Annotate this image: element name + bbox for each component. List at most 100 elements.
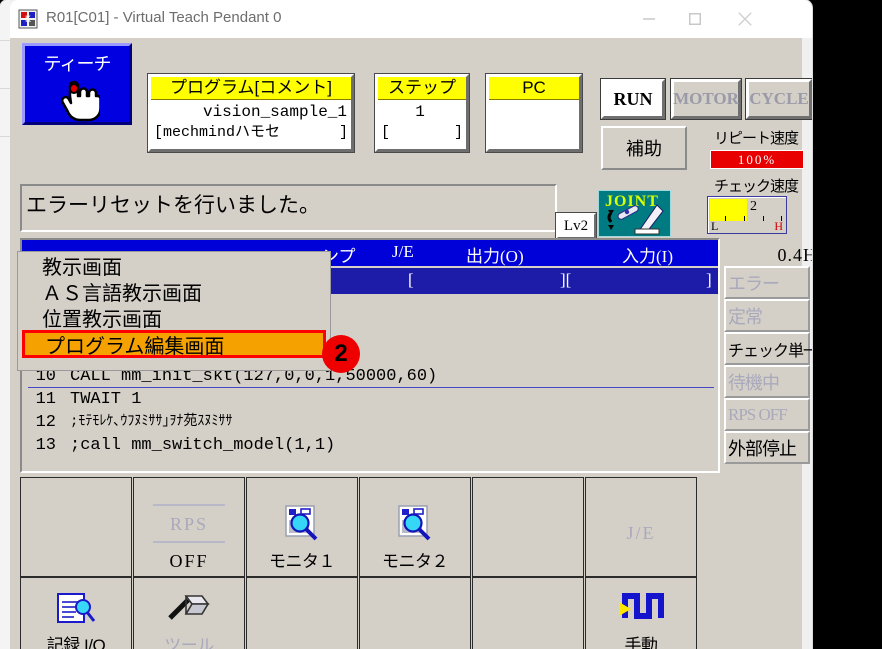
code-line[interactable]: 12 ;ﾓﾃﾓﾚｹ､ｳﾌﾇﾐｻｻ｣ｦﾅ苑ｽﾇﾐｻｻ	[28, 411, 714, 434]
fkey-3-top-label: モニタ１	[269, 552, 336, 571]
window-title: R01[C01] - Virtual Teach Pendant 0	[46, 9, 282, 26]
hand-pointer-icon	[54, 80, 102, 129]
svg-text:K: K	[25, 14, 31, 24]
check-speed-high-label: H	[774, 219, 783, 233]
status-button-steady[interactable]: 定常	[724, 299, 810, 332]
status-button-column: エラー 定常 チェック単一 待機中 RPS OFF 外部停止	[724, 266, 812, 464]
minimize-button[interactable]	[626, 0, 672, 38]
app-icon: K	[18, 9, 38, 29]
motor-lamp[interactable]: MOTOR	[671, 79, 741, 119]
check-speed-low-label: L	[711, 219, 719, 233]
aux-button[interactable]: 補助	[601, 126, 687, 170]
fkey-1-bottom-label: 記録 I/Oモニタ	[46, 636, 106, 649]
step-field[interactable]: ステップ 1 [ ]	[375, 74, 469, 152]
step-field-comment: [ ]	[378, 123, 466, 145]
tool-icon	[166, 592, 212, 631]
program-field[interactable]: プログラム[コメント] vision_sample_1 [mechmindハモセ…	[148, 74, 354, 152]
status-button-standby[interactable]: 待機中	[724, 365, 810, 398]
message-level-badge: Lv2	[556, 213, 596, 239]
fkey-2-bottom-label: ツール０１	[164, 636, 214, 649]
status-button-rps-off[interactable]: RPS OFF	[724, 398, 810, 431]
teach-mode-button[interactable]: ティーチ	[22, 43, 132, 125]
code-line[interactable]: 13 ;call mm_switch_model(1,1)	[28, 434, 714, 457]
menu-item-as-language-screen[interactable]: ＡＳ言語教示画面	[18, 278, 330, 305]
code-line-text: ;ﾓﾃﾓﾚｹ､ｳﾌﾇﾐｻｻ｣ｦﾅ苑ｽﾇﾐｻｻ	[70, 414, 233, 430]
step-field-header: ステップ	[378, 77, 466, 100]
fkey-2-top[interactable]: RPS OFF	[133, 477, 245, 577]
screen-selection-menu[interactable]: 教示画面 ＡＳ言語教示画面 位置教示画面 プログラム編集画面	[18, 252, 330, 370]
selected-row-bracket-1: ][	[560, 270, 572, 289]
code-line-number: 11	[35, 390, 56, 409]
title-bar: K R01[C01] - Virtual Teach Pendant 0	[10, 0, 812, 38]
code-line-number: 12	[35, 413, 56, 432]
column-header-3: 入力(I)	[622, 247, 673, 266]
fkey-2-bottom[interactable]: ツール０１	[133, 577, 245, 649]
monitor-search-icon	[282, 504, 322, 547]
step-field-value: 1	[415, 103, 425, 121]
column-header-2: 出力(O)	[466, 247, 524, 266]
program-field-header: プログラム[コメント]	[151, 77, 351, 100]
cycle-lamp[interactable]: CYCLE	[746, 79, 812, 119]
signal-output-icon	[617, 590, 665, 631]
menu-item-position-teach-screen[interactable]: 位置教示画面	[18, 304, 330, 331]
function-key-bar: 記録 I/Oモニタ RPS OFF	[20, 477, 700, 649]
step-comment-right: ]	[453, 124, 463, 141]
document-search-icon	[56, 592, 96, 631]
program-comment-right: ]	[338, 124, 348, 141]
fkey-6-top[interactable]: J/E	[585, 477, 697, 577]
fkey-2-top-label-rps: RPS	[169, 514, 209, 534]
check-speed-label: チェック速度	[713, 178, 799, 195]
desktop-left-strip	[0, 0, 10, 649]
pc-field[interactable]: PC	[486, 74, 582, 152]
code-line-text: ;call mm_switch_model(1,1)	[70, 436, 336, 455]
check-speed-slider[interactable]: 2 L H	[707, 196, 787, 234]
check-speed-value: 2	[750, 199, 757, 214]
program-field-comment: [mechmindハモセ ]	[151, 123, 351, 145]
application-window: K R01[C01] - Virtual Teach Pendant 0 ティー…	[0, 0, 812, 649]
menu-item-teach-screen[interactable]: 教示画面	[18, 252, 330, 279]
selected-row-bracket-2: ]	[706, 270, 712, 289]
teach-mode-label: ティーチ	[43, 54, 112, 74]
message-bar: エラーリセットを行いました。	[20, 184, 557, 232]
fkey-6-bottom-label: 手動信号出力	[624, 636, 659, 649]
message-text: エラーリセットを行いました。	[26, 194, 320, 217]
code-line-text: TWAIT 1	[70, 390, 142, 409]
code-listing[interactable]: 10 CALL mm_init_skt(127,0,0,1,50000,60) …	[28, 365, 714, 457]
monitor-search-icon	[395, 504, 435, 547]
code-line-number: 13	[35, 436, 56, 455]
joint-mode-icon[interactable]: JOINT	[599, 191, 670, 236]
repeat-speed-label: リピート速度	[713, 130, 799, 147]
pc-field-value	[489, 100, 579, 123]
close-button[interactable]	[722, 0, 768, 38]
maximize-button[interactable]	[672, 0, 718, 38]
status-button-check-single[interactable]: チェック単一	[724, 332, 812, 365]
column-header-1: J/E	[392, 242, 414, 261]
fkey-4-top-label: モニタ２	[382, 552, 449, 571]
repeat-speed-value[interactable]: 100%	[710, 150, 804, 169]
fkey-4-bottom[interactable]	[359, 577, 471, 649]
fkey-3-top[interactable]: モニタ１	[246, 477, 358, 577]
code-line[interactable]: 11 TWAIT 1	[28, 388, 714, 411]
program-field-value: vision_sample_1	[202, 103, 347, 121]
step-comment-left: [	[381, 124, 391, 141]
run-lamp[interactable]: RUN	[601, 79, 665, 119]
step-badge-2: 2	[322, 335, 360, 373]
fkey-5-top[interactable]	[472, 477, 584, 577]
fkey-4-top[interactable]: モニタ２	[359, 477, 471, 577]
teach-pendant-panel: ティーチ プログラム[コメント] vision_sample_1 [mechmi…	[10, 38, 812, 649]
selected-row-bracket-0: [	[408, 270, 414, 289]
status-button-error[interactable]: エラー	[724, 266, 810, 299]
fkey-6-top-label: J/E	[626, 523, 656, 543]
fkey-2-top-label-off: OFF	[169, 551, 209, 571]
check-speed-fill	[710, 199, 747, 221]
fkey-3-bottom[interactable]	[246, 577, 358, 649]
fkey-5-bottom[interactable]	[472, 577, 584, 649]
pc-field-comment	[489, 123, 579, 145]
fkey-1-bottom[interactable]: 記録 I/Oモニタ	[20, 577, 132, 649]
fkey-6-bottom[interactable]: 手動信号出力	[585, 577, 697, 649]
hour-meter: 0.4H	[777, 245, 813, 265]
fkey-1-top[interactable]	[20, 477, 132, 577]
program-comment-left: [mechmindハモセ	[154, 124, 281, 141]
status-button-external-stop[interactable]: 外部停止	[724, 431, 810, 464]
menu-item-program-edit-screen[interactable]: プログラム編集画面	[22, 330, 326, 358]
